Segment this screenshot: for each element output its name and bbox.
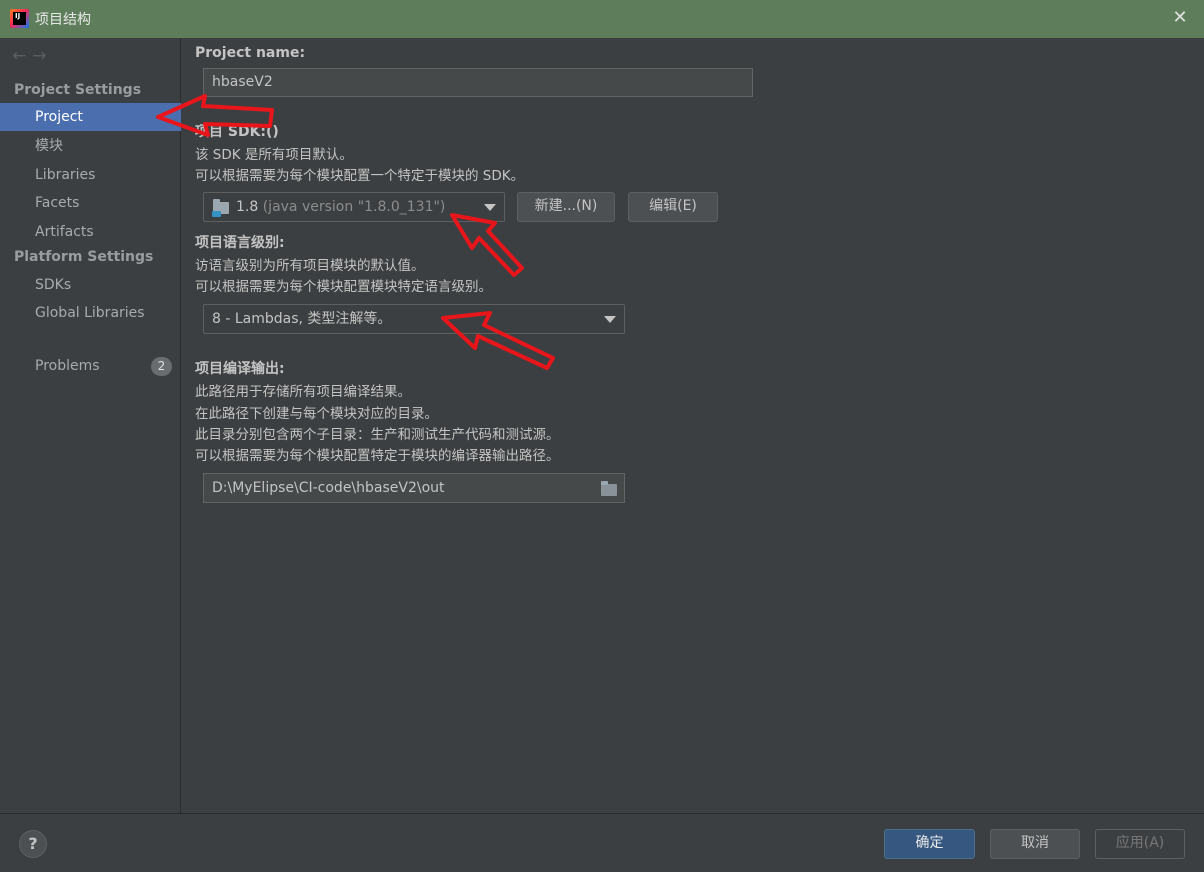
sdk-edit-button[interactable]: 编辑(E) bbox=[628, 192, 718, 222]
language-level-description-1: 访语言级别为所有项目模块的默认值。 bbox=[195, 258, 425, 274]
project-name-input[interactable]: hbaseV2 bbox=[203, 68, 753, 97]
nav-arrows: ←→ bbox=[12, 46, 53, 66]
sdk-new-button[interactable]: 新建...(N) bbox=[517, 192, 615, 222]
language-level-value: 8 - Lambdas, 类型注解等。 bbox=[212, 311, 392, 327]
sidebar-item-libraries[interactable]: Libraries bbox=[0, 161, 181, 189]
sdk-description-2: 可以根据需要为每个模块配置一个特定于模块的 SDK。 bbox=[195, 168, 525, 184]
compiler-output-description-1: 此路径用于存储所有项目编译结果。 bbox=[195, 384, 411, 400]
forward-arrow-icon[interactable]: → bbox=[32, 46, 52, 66]
cancel-button[interactable]: 取消 bbox=[990, 829, 1080, 859]
language-level-label: 项目语言级别: bbox=[195, 235, 285, 251]
language-level-select[interactable]: 8 - Lambdas, 类型注解等。 bbox=[203, 304, 625, 334]
compiler-output-description-4: 可以根据需要为每个模块配置特定于模块的编译器输出路径。 bbox=[195, 448, 560, 464]
intellij-logo-icon: IJ bbox=[10, 9, 29, 28]
sidebar-item-modules[interactable]: 模块 bbox=[0, 132, 181, 160]
compiler-output-path-value: D:\MyElipse\CI-code\hbaseV2\out bbox=[212, 480, 445, 496]
sdk-java-icon bbox=[212, 211, 221, 217]
chevron-down-icon bbox=[484, 204, 496, 211]
platform-settings-heading: Platform Settings bbox=[14, 249, 154, 265]
dialog-footer: ? 确定 取消 应用(A) bbox=[0, 813, 1204, 872]
title-bar: IJ 项目结构 ✕ bbox=[0, 0, 1204, 38]
sidebar-item-sdks[interactable]: SDKs bbox=[0, 271, 181, 299]
sdk-version: 1.8 bbox=[236, 199, 259, 215]
browse-folder-icon[interactable] bbox=[601, 481, 617, 496]
sdk-description-1: 该 SDK 是所有项目默认。 bbox=[195, 147, 353, 163]
compiler-output-label: 项目编译输出: bbox=[195, 361, 285, 377]
ok-button[interactable]: 确定 bbox=[884, 829, 975, 859]
compiler-output-description-3: 此目录分别包含两个子目录：生产和测试生产代码和测试源。 bbox=[195, 427, 560, 443]
sidebar-item-global-libraries[interactable]: Global Libraries bbox=[0, 299, 181, 327]
sidebar-item-facets[interactable]: Facets bbox=[0, 189, 181, 217]
problems-count-badge: 2 bbox=[151, 357, 172, 376]
language-level-description-2: 可以根据需要为每个模块配置模块特定语言级别。 bbox=[195, 279, 492, 295]
project-name-label: Project name: bbox=[195, 45, 306, 61]
chevron-down-icon bbox=[604, 316, 616, 323]
back-arrow-icon[interactable]: ← bbox=[12, 46, 32, 66]
sidebar-item-label: Problems bbox=[35, 358, 100, 374]
apply-button[interactable]: 应用(A) bbox=[1095, 829, 1185, 859]
sdk-select[interactable]: 1.8 (java version "1.8.0_131") bbox=[203, 192, 505, 222]
sidebar-item-artifacts[interactable]: Artifacts bbox=[0, 218, 181, 246]
sdk-label: 项目 SDK:() bbox=[195, 124, 279, 140]
close-icon[interactable]: ✕ bbox=[1170, 8, 1190, 28]
project-settings-heading: Project Settings bbox=[14, 82, 142, 98]
help-button[interactable]: ? bbox=[19, 830, 47, 858]
compiler-output-path-input[interactable]: D:\MyElipse\CI-code\hbaseV2\out bbox=[203, 473, 625, 503]
window-title: 项目结构 bbox=[35, 12, 91, 28]
sidebar: ←→ Project Settings Project 模块 Libraries… bbox=[0, 38, 181, 813]
compiler-output-description-2: 在此路径下创建与每个模块对应的目录。 bbox=[195, 406, 438, 422]
sidebar-item-project[interactable]: Project bbox=[0, 103, 181, 131]
sdk-version-detail: (java version "1.8.0_131") bbox=[262, 199, 446, 215]
project-settings-panel: Project name: hbaseV2 项目 SDK:() 该 SDK 是所… bbox=[182, 38, 1204, 813]
